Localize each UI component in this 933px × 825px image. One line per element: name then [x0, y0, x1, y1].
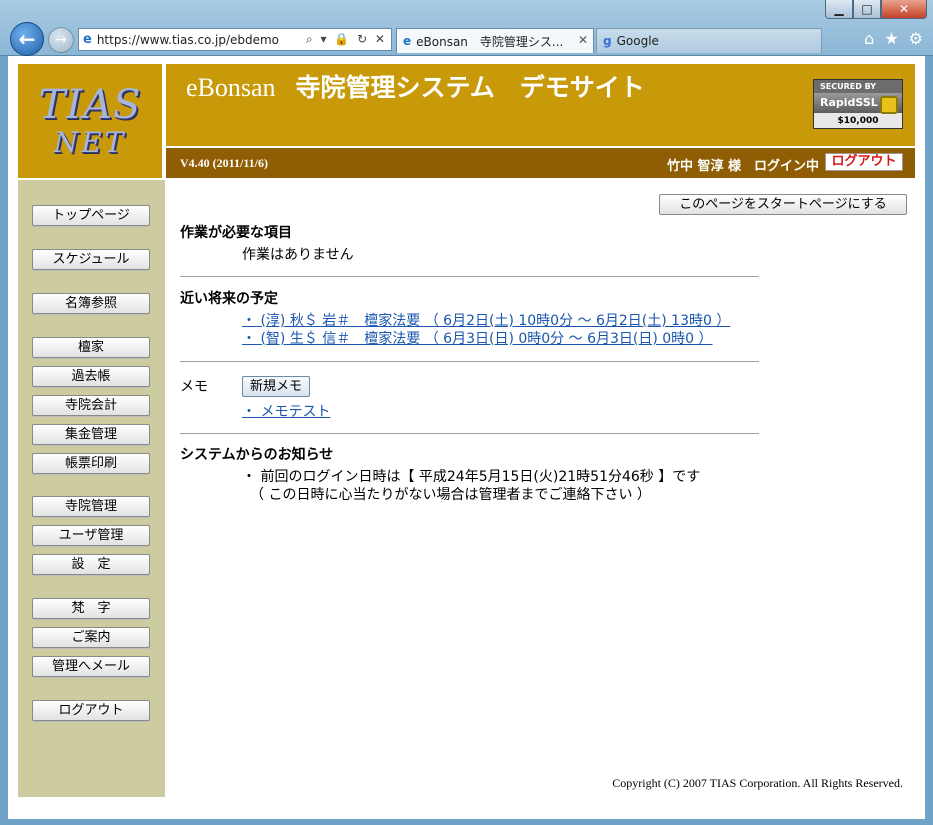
sidebar-item-top[interactable]: トップページ: [32, 205, 150, 226]
memo-title: メモ: [180, 379, 208, 395]
browser-chrome: ▁ □ ✕ ← → e https://www.tias.co.jp/ebdem…: [0, 0, 933, 56]
memo-item[interactable]: ・ メモテスト: [242, 401, 330, 421]
page-viewport: TIAS NET eBonsan 寺院管理システム デモサイト SECURED B…: [8, 56, 925, 819]
title-ja: 寺院管理システム デモサイト: [295, 73, 645, 102]
ie-icon: e: [403, 34, 412, 48]
logged-in-user: 竹中 智淳 様 ログイン中: [666, 159, 819, 174]
sidebar-menu: トップページ スケジュール 名簿参照 檀家 過去帳 寺院会計 集金管理 帳票印刷…: [18, 180, 165, 797]
tab-google[interactable]: g Google: [596, 28, 822, 53]
google-icon: g: [603, 34, 612, 48]
page-title: eBonsan 寺院管理システム デモサイト: [186, 72, 726, 103]
address-controls-icon[interactable]: ⌕ ▾ 🔒 ↻ ✕: [305, 32, 387, 47]
forward-button[interactable]: →: [48, 27, 74, 53]
sidebar-item-bonji[interactable]: 梵 字: [32, 598, 150, 619]
gear-icon[interactable]: ⚙: [909, 29, 923, 48]
sidebar-item-mail-admin[interactable]: 管理へメール: [32, 656, 150, 677]
arrow-left-icon: ←: [18, 27, 36, 51]
divider: [180, 276, 759, 277]
ssl-line1: SECURED BY: [814, 80, 902, 93]
tab-label: eBonsan 寺院管理シス...: [416, 34, 564, 49]
browser-tools: ⌂ ★ ⚙: [864, 29, 923, 48]
sidebar-item-accounting[interactable]: 寺院会計: [32, 395, 150, 416]
logo-line2: NET: [53, 126, 127, 159]
ie-icon: e: [83, 32, 92, 47]
back-button[interactable]: ←: [10, 22, 44, 56]
title-en: eBonsan: [186, 73, 276, 102]
tab-close-icon[interactable]: ✕: [578, 33, 588, 47]
set-start-page-button[interactable]: このページをスタートページにする: [659, 194, 907, 215]
ssl-line3: $10,000 Warranty: [814, 113, 902, 128]
minimize-icon[interactable]: ▁: [825, 0, 853, 19]
new-memo-button[interactable]: 新規メモ: [242, 376, 310, 397]
notice-title: システムからのお知らせ: [180, 447, 334, 463]
version-label: V4.40 (2011/11/6): [180, 156, 269, 170]
sidebar-item-schedule[interactable]: スケジュール: [32, 249, 150, 270]
sidebar-item-kakocho[interactable]: 過去帳: [32, 366, 150, 387]
tasks-text: 作業はありません: [242, 247, 354, 263]
schedule-item[interactable]: ・ (智) 生＄ 信＃ 檀家法要 （ 6月3日(日) 0時0分 〜 6月3日(日…: [242, 328, 713, 348]
star-icon[interactable]: ★: [884, 29, 898, 48]
sidebar-item-temple-admin[interactable]: 寺院管理: [32, 496, 150, 517]
schedule-title: 近い将来の予定: [180, 291, 278, 307]
notice-line2: （ この日時に心当たりがない場合は管理者までご連絡下さい ）: [250, 487, 651, 503]
sidebar-item-guide[interactable]: ご案内: [32, 627, 150, 648]
tab-label: Google: [616, 34, 659, 48]
tab-ebonsan[interactable]: e eBonsan 寺院管理シス... ✕: [396, 28, 594, 53]
tias-net-logo: TIAS NET: [18, 64, 164, 178]
sidebar-item-logout[interactable]: ログアウト: [32, 700, 150, 721]
tasks-title: 作業が必要な項目: [180, 225, 292, 241]
status-bar: V4.40 (2011/11/6) 竹中 智淳 様 ログイン中 ログアウト: [166, 148, 915, 178]
sidebar-item-collection[interactable]: 集金管理: [32, 424, 150, 445]
rapidssl-seal[interactable]: SECURED BY RapidSSL $10,000 Warranty: [813, 79, 903, 129]
notice-line1: ・ 前回のログイン日時は【 平成24年5月15日(火)21時51分46秒 】です: [242, 469, 701, 485]
logout-button[interactable]: ログアウト: [825, 153, 903, 171]
divider: [180, 361, 759, 362]
sidebar-item-settings[interactable]: 設 定: [32, 554, 150, 575]
schedule-item[interactable]: ・ (淳) 秋＄ 岩＃ 檀家法要 （ 6月2日(土) 10時0分 〜 6月2日(…: [242, 310, 730, 330]
copyright: Copyright (C) 2007 TIAS Corporation. All…: [612, 776, 903, 790]
arrow-right-icon: →: [55, 32, 67, 48]
maximize-icon[interactable]: □: [853, 0, 881, 19]
sidebar-item-danka[interactable]: 檀家: [32, 337, 150, 358]
address-bar[interactable]: e https://www.tias.co.jp/ebdemo ⌕ ▾ 🔒 ↻ …: [78, 28, 392, 51]
sidebar-item-directory[interactable]: 名簿参照: [32, 293, 150, 314]
address-url[interactable]: https://www.tias.co.jp/ebdemo: [97, 33, 279, 47]
divider: [180, 433, 759, 434]
close-icon[interactable]: ✕: [881, 0, 927, 19]
sidebar-item-users[interactable]: ユーザ管理: [32, 525, 150, 546]
page: TIAS NET eBonsan 寺院管理システム デモサイト SECURED B…: [18, 64, 915, 797]
window-controls: ▁ □ ✕: [825, 0, 927, 19]
lock-icon: [880, 96, 898, 114]
main-content: このページをスタートページにする 作業が必要な項目 作業はありません 近い将来の…: [166, 180, 915, 797]
sidebar-item-print[interactable]: 帳票印刷: [32, 453, 150, 474]
header-banner: eBonsan 寺院管理システム デモサイト SECURED BY RapidSS…: [166, 64, 915, 146]
logo-line1: TIAS: [38, 82, 142, 128]
home-icon[interactable]: ⌂: [864, 29, 874, 48]
